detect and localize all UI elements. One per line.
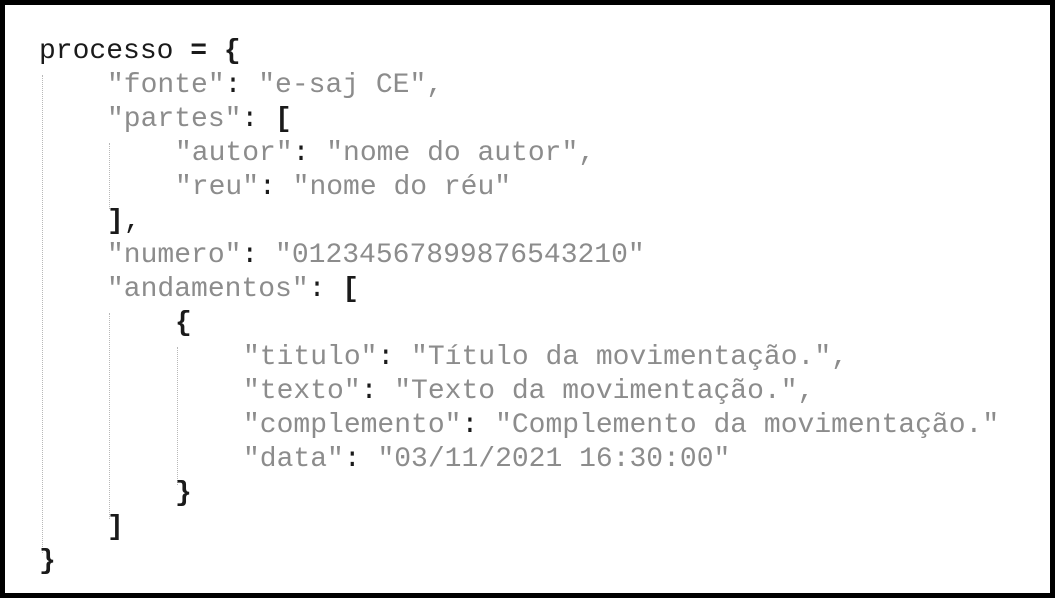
- andamentos-colon: :: [308, 274, 326, 305]
- andamentos-close-bracket: ]: [107, 512, 124, 543]
- partes-close-comma: ,: [123, 206, 141, 237]
- fonte-key: "fonte": [107, 70, 225, 101]
- code-line-13: "data": "03/11/2021 16:30:00": [243, 443, 730, 477]
- reu-value: "nome do réu": [292, 172, 512, 203]
- code-line-12: "complemento": "Complemento da movimenta…: [243, 409, 999, 443]
- code-line-8: "andamentos": [: [107, 273, 359, 307]
- numero-key: "numero": [107, 240, 242, 271]
- titulo-colon: :: [377, 342, 395, 373]
- indent-guide-andamentos: [109, 313, 110, 519]
- texto-key: "texto": [243, 376, 361, 407]
- code-line-1: processo = {: [39, 35, 241, 69]
- code-line-7: "numero": "01234567899876543210": [107, 239, 645, 273]
- partes-colon: :: [241, 104, 259, 135]
- partes-key: "partes": [107, 104, 242, 135]
- complemento-value: "Complemento da movimentação.": [495, 410, 1000, 441]
- code-line-5: "reu": "nome do réu": [175, 171, 511, 205]
- code-line-2: "fonte": "e-saj CE",: [107, 69, 443, 103]
- code-block: processo = { "fonte": "e-saj CE", "parte…: [5, 5, 1050, 593]
- screenshot-frame: processo = { "fonte": "e-saj CE", "parte…: [0, 0, 1055, 598]
- reu-colon: :: [259, 172, 276, 203]
- item-open-brace: {: [175, 308, 192, 339]
- data-colon: :: [343, 444, 361, 475]
- code-line-16: }: [39, 545, 56, 579]
- autor-value: "nome do autor",: [326, 138, 596, 169]
- partes-close-bracket: ]: [107, 206, 124, 237]
- code-line-10: "titulo": "Título da movimentação.",: [243, 341, 848, 375]
- texto-colon: :: [360, 376, 378, 407]
- autor-colon: :: [292, 138, 310, 169]
- assign-open: = {: [190, 36, 241, 67]
- numero-value: "01234567899876543210": [275, 240, 645, 271]
- code-line-3: "partes": [: [107, 103, 292, 137]
- code-line-9: {: [175, 307, 192, 341]
- fonte-value: "e-saj CE",: [258, 70, 444, 101]
- andamentos-open-bracket: [: [342, 274, 360, 305]
- root-close-brace: }: [39, 546, 56, 577]
- titulo-value: "Título da movimentação.",: [411, 342, 848, 373]
- data-value: "03/11/2021 16:30:00": [377, 444, 731, 475]
- titulo-key: "titulo": [243, 342, 378, 373]
- code-line-14: }: [175, 477, 192, 511]
- autor-key: "autor": [175, 138, 293, 169]
- code-line-6: ],: [107, 205, 141, 239]
- code-line-11: "texto": "Texto da movimentação.",: [243, 375, 814, 409]
- item-close-brace: }: [175, 478, 192, 509]
- complemento-key: "complemento": [243, 410, 462, 441]
- fonte-colon: :: [224, 70, 242, 101]
- partes-open-bracket: [: [275, 104, 292, 135]
- var-name: processo: [39, 36, 174, 67]
- numero-colon: :: [241, 240, 259, 271]
- texto-value: "Texto da movimentação.",: [394, 376, 815, 407]
- reu-key: "reu": [175, 172, 260, 203]
- complemento-colon: :: [461, 410, 479, 441]
- code-line-15: ]: [107, 511, 124, 545]
- andamentos-key: "andamentos": [107, 274, 309, 305]
- data-key: "data": [243, 444, 344, 475]
- indent-guide-partes: [109, 143, 110, 209]
- indent-guide-item: [177, 347, 178, 485]
- indent-guide-root: [42, 75, 43, 553]
- code-line-4: "autor": "nome do autor",: [175, 137, 595, 171]
